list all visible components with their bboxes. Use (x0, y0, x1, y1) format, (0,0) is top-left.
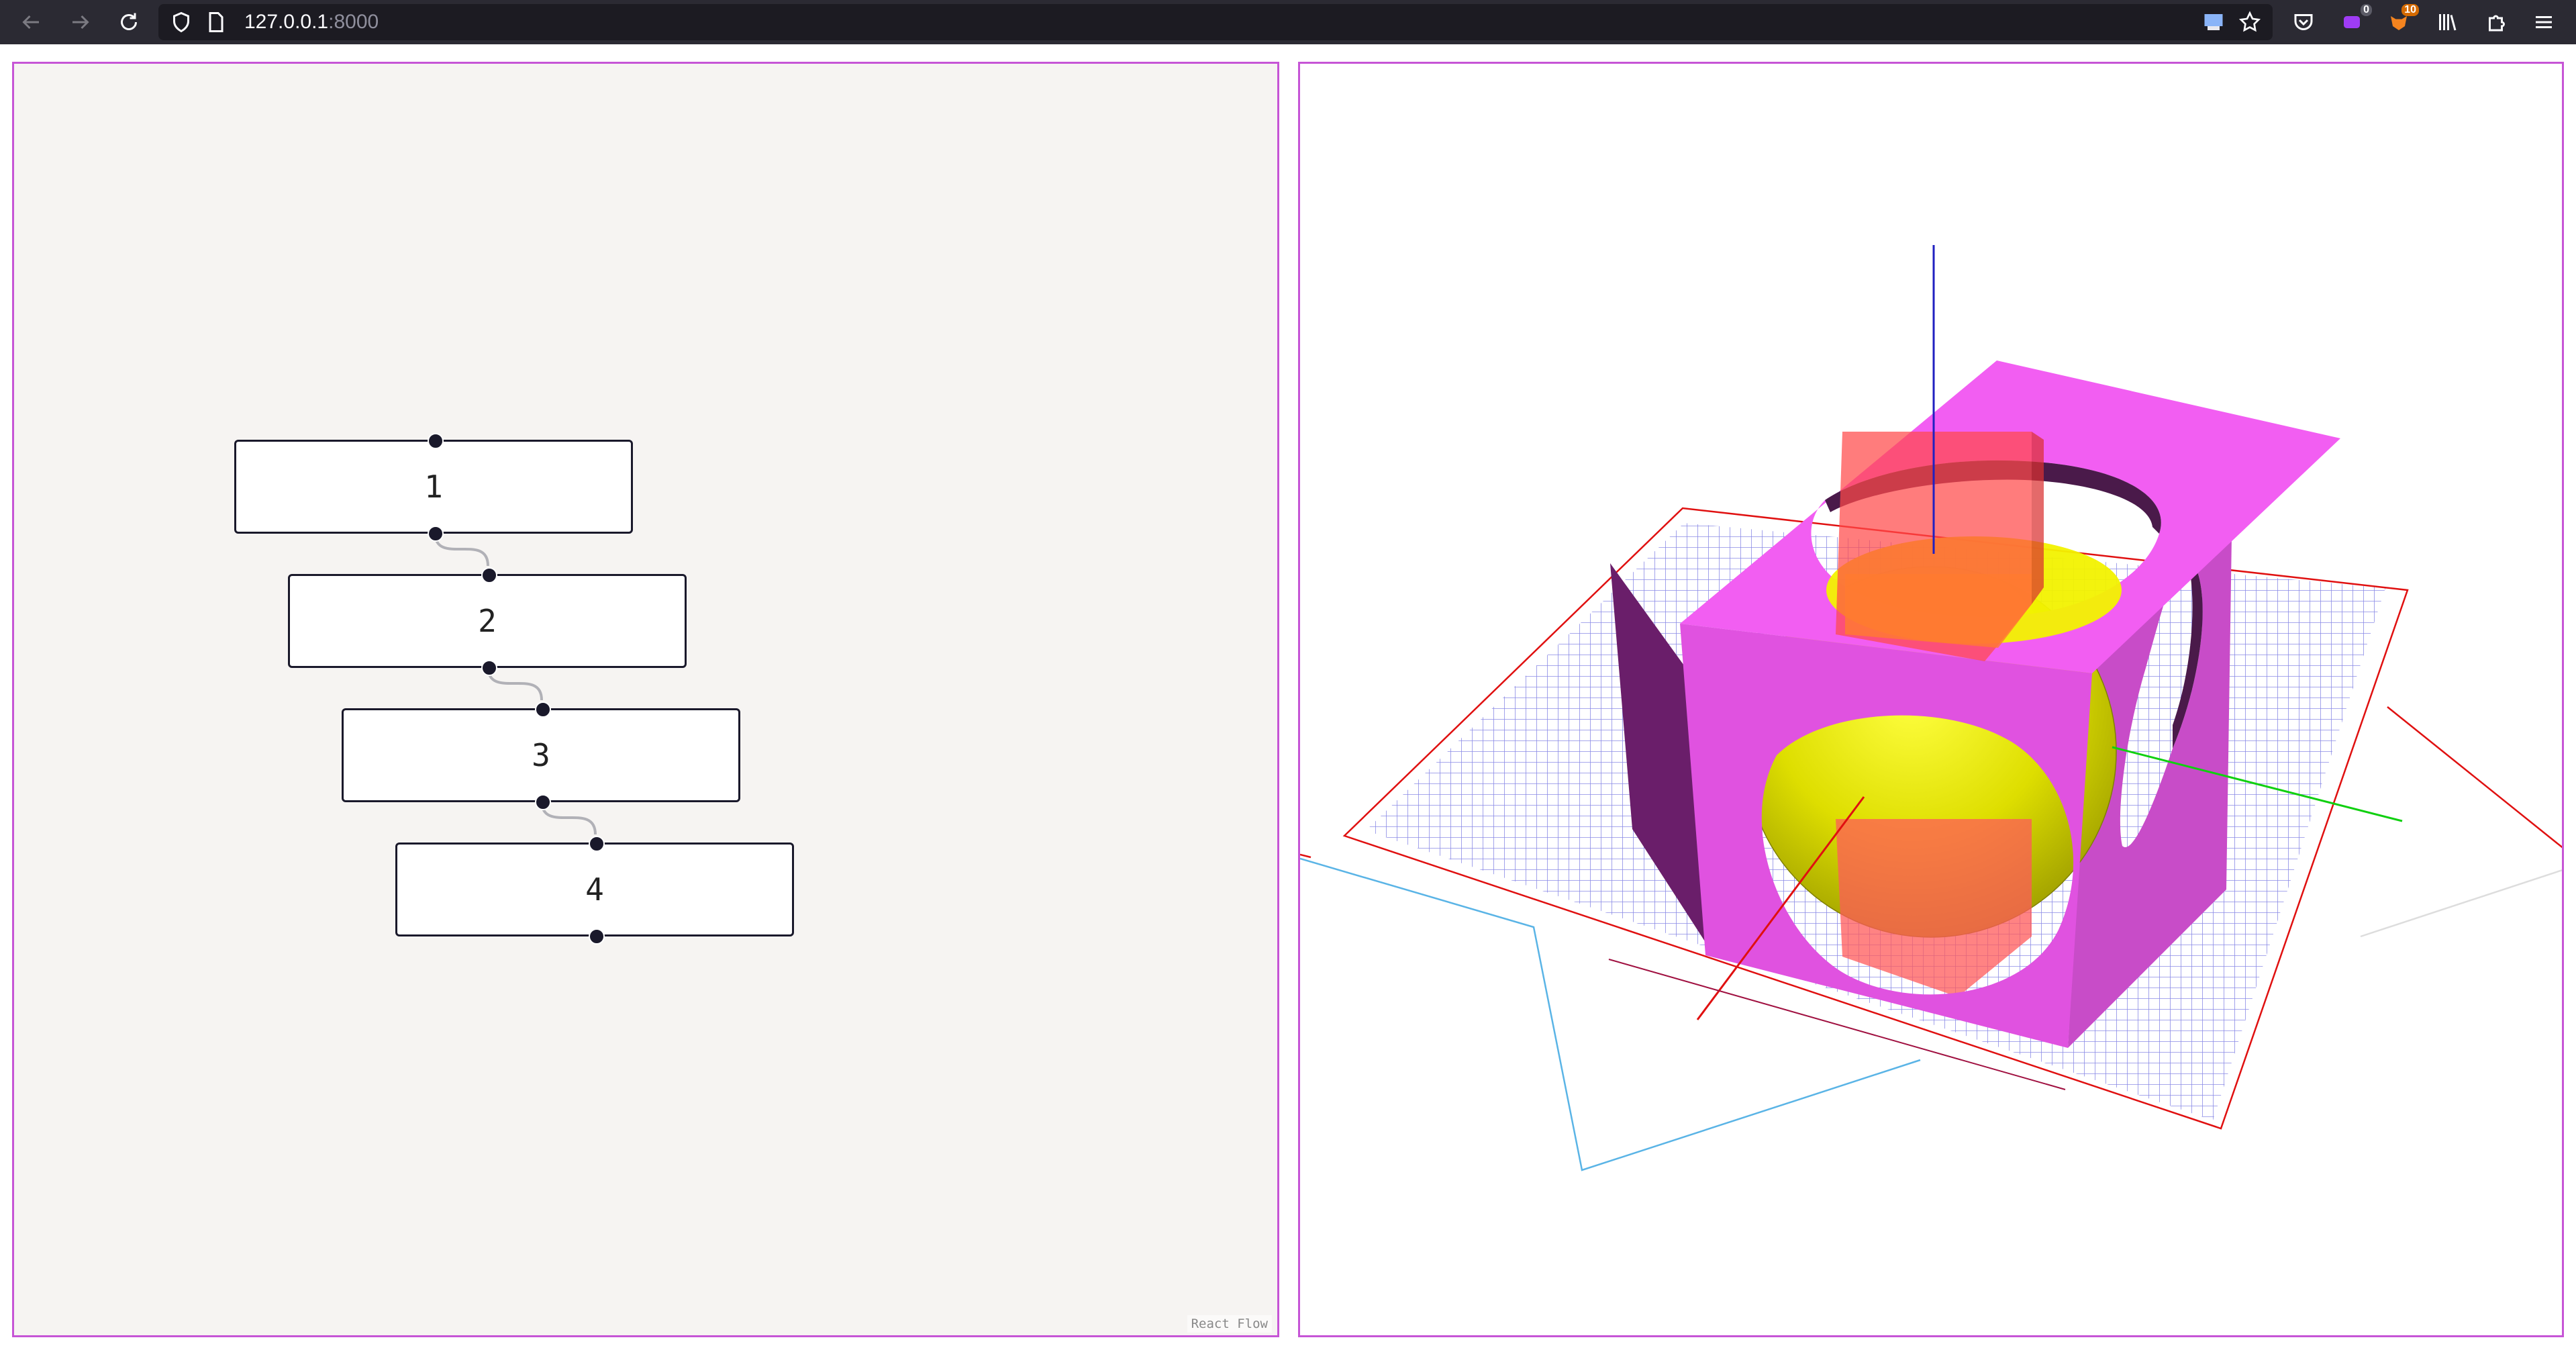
library-icon[interactable] (2434, 9, 2461, 36)
source-handle[interactable] (589, 928, 605, 945)
shield-icon[interactable] (168, 9, 195, 36)
flow-node-label: 1 (424, 469, 443, 505)
bounds-line (2360, 869, 2562, 938)
fox-extension-icon[interactable]: 10 (2385, 4, 2419, 36)
box-intersection (1845, 574, 2032, 648)
target-handle[interactable] (535, 702, 551, 718)
box-upper-right (2032, 432, 2044, 604)
source-handle[interactable] (535, 794, 551, 810)
browser-toolbar: 127.0.0.1:8000 0 10 (0, 0, 2576, 44)
bounds-line (2387, 706, 2562, 849)
url-port: :8000 (328, 11, 379, 33)
translate-icon[interactable] (2200, 9, 2227, 36)
extension-icon[interactable]: 0 (2338, 4, 2372, 36)
url-bar[interactable]: 127.0.0.1:8000 (158, 4, 2273, 40)
target-handle[interactable] (428, 433, 444, 449)
react-flow-attribution[interactable]: React Flow (1187, 1315, 1272, 1333)
star-icon[interactable] (2236, 9, 2263, 36)
extensions-puzzle-icon[interactable] (2483, 9, 2510, 36)
flow-node-label: 3 (532, 737, 550, 773)
menu-icon[interactable] (2530, 9, 2557, 36)
flow-node-2[interactable]: 2 (288, 567, 687, 676)
url-text[interactable]: 127.0.0.1:8000 (244, 4, 379, 40)
flow-node-1[interactable]: 1 (234, 433, 633, 542)
reload-icon[interactable] (115, 9, 142, 36)
source-handle[interactable] (428, 526, 444, 542)
flow-node-3[interactable]: 3 (342, 702, 740, 810)
flow-node-4[interactable]: 4 (395, 836, 794, 945)
flow-editor-panel[interactable]: 1 2 3 4 React Flow (12, 62, 1279, 1337)
back-icon[interactable] (17, 9, 44, 36)
target-handle[interactable] (481, 567, 497, 583)
page-icon[interactable] (203, 9, 230, 36)
url-host: 127.0.0.1 (244, 11, 329, 33)
extension-badge: 10 (2401, 4, 2419, 16)
extension-badge: 0 (2361, 4, 2372, 16)
flow-node-label: 4 (585, 871, 604, 908)
target-handle[interactable] (589, 836, 605, 852)
forward-icon[interactable] (67, 9, 94, 36)
pocket-icon[interactable] (2290, 9, 2317, 36)
flow-edge[interactable] (434, 532, 489, 567)
3d-scene[interactable] (1300, 64, 2562, 1335)
bounds-line (1300, 853, 1311, 859)
flow-edges (434, 532, 597, 835)
source-handle[interactable] (481, 660, 497, 676)
3d-viewer-panel[interactable] (1298, 62, 2564, 1337)
flow-node-label: 2 (478, 603, 497, 639)
